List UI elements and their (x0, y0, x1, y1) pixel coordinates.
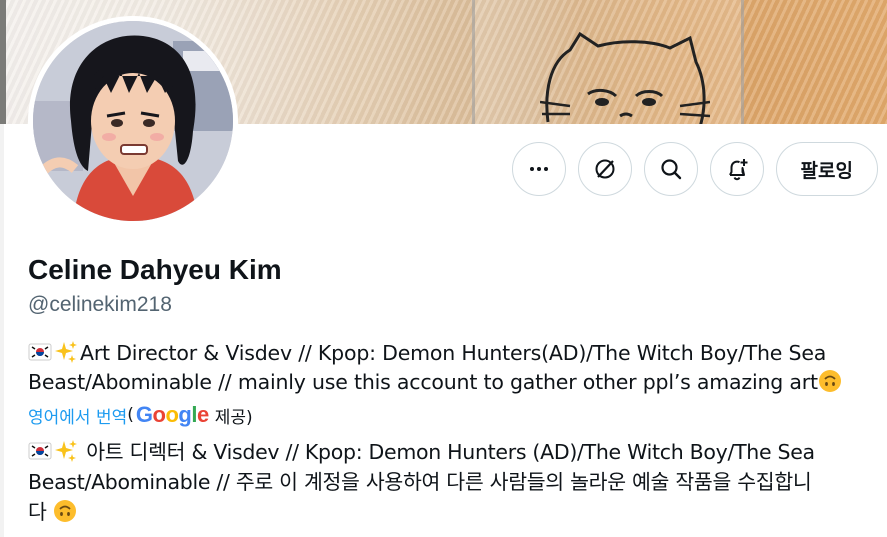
more-icon (529, 167, 548, 171)
upside-down-face-icon (818, 370, 841, 392)
translated-line-2: Beast/Abominable // 주로 이 계정을 사용하여 다른 사람들… (28, 467, 878, 497)
korea-flag-icon (28, 343, 52, 361)
profile-bio: Art Director & Visdev // Kpop: Demon Hun… (28, 339, 878, 397)
profile-handle: @celinekim218 (28, 293, 172, 316)
grok-icon (595, 159, 615, 179)
profile-actions: 팔로잉 (511, 142, 878, 196)
translated-line-1: 아트 디렉터 & Visdev // Kpop: Demon Hunters (… (28, 437, 878, 467)
google-logo: Google (135, 402, 209, 427)
translated-text-1: 아트 디렉터 & Visdev // Kpop: Demon Hunters (… (80, 440, 815, 464)
notify-button[interactable] (709, 142, 764, 196)
more-button[interactable] (511, 142, 566, 196)
following-button[interactable]: 팔로잉 (775, 142, 878, 196)
grok-button[interactable] (577, 142, 632, 196)
cat-drawing-icon (540, 32, 710, 124)
page-left-border (0, 124, 4, 537)
translated-bio: 아트 디렉터 & Visdev // Kpop: Demon Hunters (… (28, 437, 878, 527)
search-button[interactable] (643, 142, 698, 196)
profile-name: Celine Dahyeu Kim (28, 254, 282, 285)
korea-flag-icon (28, 442, 52, 460)
upside-down-face-icon (53, 500, 76, 522)
avatar-illustration-icon (33, 21, 233, 221)
search-icon (660, 159, 681, 180)
avatar[interactable] (28, 16, 238, 226)
translated-line-3: 다 (28, 497, 878, 527)
bio-text-2: Beast/Abominable // mainly use this acco… (28, 370, 818, 394)
bell-plus-icon (728, 159, 748, 181)
translate-open-paren: ( (127, 405, 134, 425)
bio-line-2: Beast/Abominable // mainly use this acco… (28, 368, 878, 397)
translate-provider-suffix: 제공) (214, 407, 253, 428)
translated-text-3: 다 (28, 500, 53, 524)
sparkles-icon (55, 341, 77, 363)
translate-link[interactable]: 영어에서 번역 (28, 403, 127, 428)
banner-edge (0, 0, 6, 124)
translated-text-2: Beast/Abominable // 주로 이 계정을 사용하여 다른 사람들… (28, 470, 812, 494)
bio-text-1: Art Director & Visdev // Kpop: Demon Hun… (80, 341, 827, 365)
sparkles-icon (55, 440, 77, 462)
avatar-image (33, 21, 233, 221)
bio-line-1: Art Director & Visdev // Kpop: Demon Hun… (28, 339, 878, 368)
translation-attribution: 영어에서 번역 ( Google 제공) (28, 402, 253, 428)
